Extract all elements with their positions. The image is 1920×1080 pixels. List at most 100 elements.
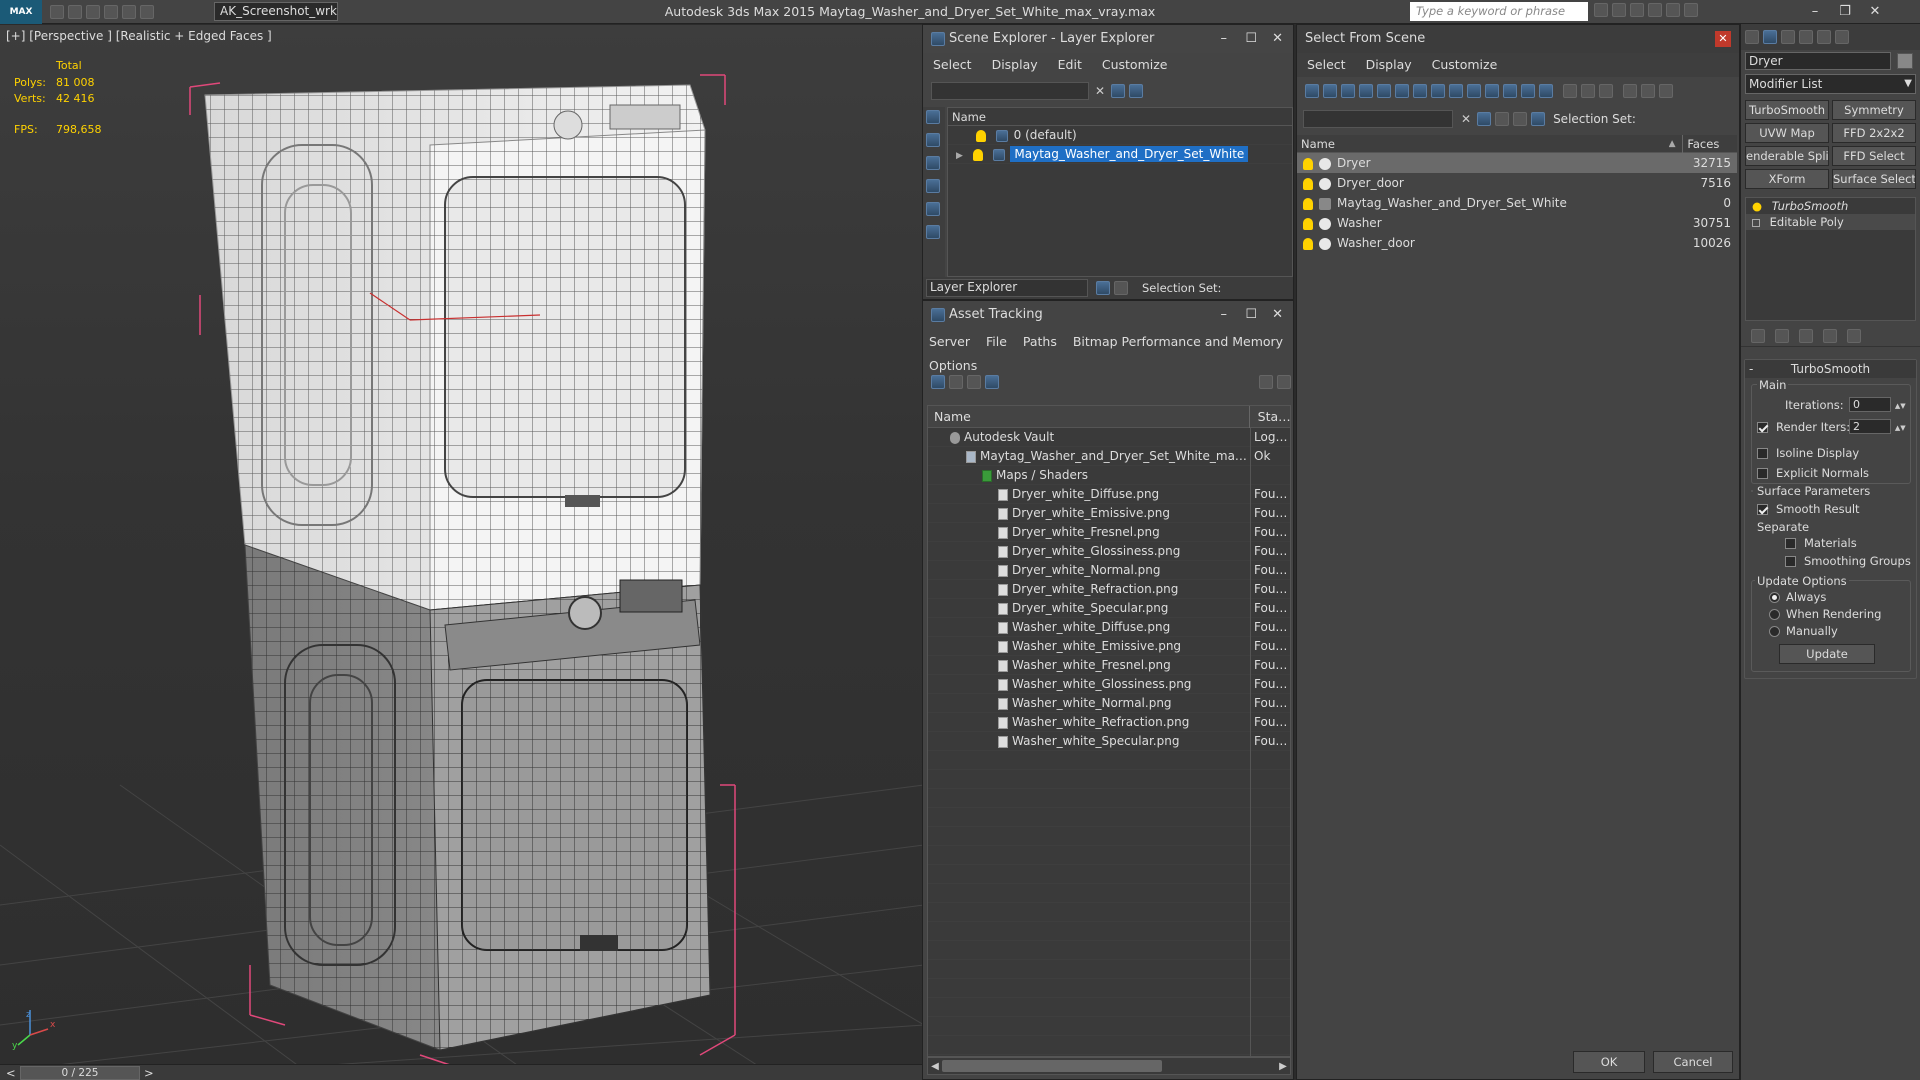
layer-tree-header[interactable]: Name bbox=[948, 108, 1292, 126]
smoothing-groups-row[interactable]: Smoothing Groups bbox=[1785, 554, 1911, 568]
when-rendering-row[interactable]: When Rendering bbox=[1769, 607, 1881, 621]
scroll-right-icon[interactable]: ▶ bbox=[1276, 1061, 1290, 1072]
funnel-icon[interactable] bbox=[1623, 84, 1637, 98]
display-tab-icon[interactable] bbox=[1817, 30, 1831, 44]
asset-row[interactable]: Washer_white_Normal.png Found bbox=[928, 694, 1290, 713]
filter-warps-icon[interactable] bbox=[1395, 84, 1409, 98]
modifier-btn-xform[interactable]: XForm bbox=[1745, 169, 1829, 189]
select-from-scene-close[interactable]: ✕ bbox=[1715, 31, 1731, 47]
asset-row[interactable]: Autodesk Vault Logge bbox=[928, 428, 1290, 447]
object-name-field[interactable]: Dryer bbox=[1745, 52, 1891, 70]
smooth-result-row[interactable]: Smooth Result bbox=[1757, 502, 1860, 516]
object-color-swatch[interactable] bbox=[1897, 53, 1913, 69]
isoline-checkbox[interactable] bbox=[1757, 448, 1768, 459]
filter-shapes-icon[interactable] bbox=[1323, 84, 1337, 98]
modifier-btn-renderable-spline[interactable]: enderable Spli bbox=[1745, 146, 1829, 166]
utilities-tab-icon[interactable] bbox=[1835, 30, 1849, 44]
modifier-btn-ffd-2x2x2[interactable]: FFD 2x2x2 bbox=[1832, 123, 1916, 143]
filter-lights-icon[interactable] bbox=[1341, 84, 1355, 98]
select-all-icon[interactable] bbox=[1563, 84, 1577, 98]
list-view-icon[interactable] bbox=[949, 375, 963, 389]
expand-arrow-icon[interactable]: ▶ bbox=[956, 151, 963, 161]
modifier-btn-uvw-map[interactable]: UVW Map bbox=[1745, 123, 1829, 143]
explicit-normals-row[interactable]: Explicit Normals bbox=[1757, 466, 1869, 480]
layer-visibility-icon[interactable] bbox=[976, 129, 986, 142]
asset-row[interactable]: Washer_white_Refraction.png Found bbox=[928, 713, 1290, 732]
columns-icon[interactable] bbox=[1659, 84, 1673, 98]
render-iters-value[interactable]: 2 bbox=[1849, 419, 1891, 434]
sfs-hierarchy-icon[interactable] bbox=[1513, 112, 1528, 126]
display-lights-icon[interactable] bbox=[926, 156, 940, 170]
time-next-button[interactable]: > bbox=[144, 1066, 154, 1080]
filter-helpers-icon[interactable] bbox=[1377, 84, 1391, 98]
refresh-icon[interactable] bbox=[931, 375, 945, 389]
close-button[interactable]: ✕ bbox=[1860, 0, 1890, 24]
asset-row[interactable]: Dryer_white_Emissive.png Found bbox=[928, 504, 1290, 523]
asset-row[interactable]: Maytag_Washer_and_Dryer_Set_White_max_vr… bbox=[928, 447, 1290, 466]
scene-explorer-menu-display[interactable]: Display bbox=[982, 53, 1048, 77]
iterations-spinner[interactable]: 0 ▲▼ bbox=[1849, 397, 1906, 412]
update-button[interactable]: Update bbox=[1779, 644, 1875, 664]
stack-item-editable-poly[interactable]: Editable Poly bbox=[1746, 214, 1915, 230]
asset-row[interactable]: Dryer_white_Fresnel.png Found bbox=[928, 523, 1290, 542]
sfs-clear-find-icon[interactable]: ✕ bbox=[1461, 112, 1471, 126]
scene-object-row[interactable]: Washer_door 10026 bbox=[1297, 233, 1737, 253]
asset-row[interactable]: Dryer_white_Refraction.png Found bbox=[928, 580, 1290, 599]
display-cameras-icon[interactable] bbox=[926, 179, 940, 193]
time-slider-thumb[interactable]: 0 / 225 bbox=[20, 1066, 140, 1080]
scene-explorer-menu-select[interactable]: Select bbox=[923, 53, 982, 77]
undo-icon[interactable] bbox=[104, 5, 118, 19]
perspective-viewport[interactable]: [+] [Perspective ] [Realistic + Edged Fa… bbox=[0, 25, 924, 1067]
modifier-btn-symmetry[interactable]: Symmetry bbox=[1832, 100, 1916, 120]
asset-row[interactable]: Washer_white_Diffuse.png Found bbox=[928, 618, 1290, 637]
asset-row[interactable]: Dryer_white_Diffuse.png Found bbox=[928, 485, 1290, 504]
explorer-type-dropdown[interactable]: Layer Explorer bbox=[926, 279, 1088, 297]
stack-item-turbosmooth[interactable]: ● TurboSmooth bbox=[1746, 198, 1915, 214]
sfs-filter-icon[interactable] bbox=[1477, 112, 1492, 126]
washer-model[interactable] bbox=[244, 544, 711, 1051]
expand-box-icon[interactable] bbox=[1752, 218, 1760, 227]
scene-explorer-minimize[interactable]: – bbox=[1221, 25, 1228, 53]
configure-sets-icon[interactable] bbox=[1847, 328, 1861, 343]
ok-button[interactable]: OK bbox=[1573, 1051, 1645, 1073]
asset-menu-server[interactable]: Server bbox=[923, 334, 976, 349]
filter-hidden-icon[interactable] bbox=[1503, 84, 1517, 98]
clear-find-icon[interactable]: ✕ bbox=[1095, 84, 1105, 98]
scroll-left-icon[interactable]: ◀ bbox=[928, 1061, 942, 1072]
scene-object-row[interactable]: Dryer_door 7516 bbox=[1297, 173, 1737, 193]
subscription-icon[interactable] bbox=[1630, 3, 1644, 17]
spinner-arrows-icon[interactable]: ▲▼ bbox=[1895, 402, 1906, 410]
asset-help-icon[interactable] bbox=[1259, 375, 1273, 389]
modify-tab-icon[interactable] bbox=[1763, 30, 1777, 44]
asset-horizontal-scrollbar[interactable]: ◀ ▶ bbox=[927, 1057, 1291, 1075]
modifier-btn-turbosmooth[interactable]: TurboSmooth bbox=[1745, 100, 1829, 120]
asset-settings-icon[interactable] bbox=[1277, 375, 1291, 389]
visibility-lightbulb-icon[interactable] bbox=[1303, 177, 1313, 190]
max-logo[interactable]: MAX bbox=[0, 0, 42, 24]
star-icon[interactable] bbox=[1648, 3, 1662, 17]
scene-object-row[interactable]: Maytag_Washer_and_Dryer_Set_White 0 bbox=[1297, 193, 1737, 213]
scene-explorer-find-field[interactable] bbox=[931, 82, 1089, 100]
workspace-dropdown[interactable]: AK_Screenshot_wrksp bbox=[214, 2, 338, 21]
materials-checkbox[interactable] bbox=[1785, 538, 1796, 549]
layer-visibility-icon[interactable] bbox=[972, 148, 983, 161]
sfs-menu-display[interactable]: Display bbox=[1356, 53, 1422, 77]
filter-bones-icon[interactable] bbox=[1449, 84, 1463, 98]
turbosmooth-rollout-header[interactable]: - TurboSmooth bbox=[1745, 360, 1916, 378]
pin-stack-icon[interactable] bbox=[1751, 328, 1765, 343]
scene-object-row[interactable]: Dryer 32715 bbox=[1297, 153, 1737, 173]
render-iters-row[interactable]: Render Iters: bbox=[1757, 420, 1850, 434]
new-file-icon[interactable] bbox=[50, 5, 64, 19]
explicit-normals-checkbox[interactable] bbox=[1757, 468, 1768, 479]
isoline-row[interactable]: Isoline Display bbox=[1757, 446, 1859, 460]
scene-explorer-close[interactable]: ✕ bbox=[1272, 25, 1283, 53]
asset-col-name[interactable]: Name bbox=[928, 406, 1250, 428]
smooth-result-checkbox[interactable] bbox=[1757, 504, 1768, 515]
display-geometry-icon[interactable] bbox=[926, 110, 940, 124]
filter-cameras-icon[interactable] bbox=[1359, 84, 1373, 98]
visibility-lightbulb-icon[interactable] bbox=[1303, 217, 1313, 230]
select-from-scene-titlebar[interactable]: Select From Scene ✕ bbox=[1297, 25, 1739, 53]
minimize-button[interactable]: – bbox=[1800, 0, 1830, 24]
asset-tracking-maximize[interactable]: ☐ bbox=[1245, 301, 1257, 329]
binoculars-icon[interactable] bbox=[1594, 3, 1608, 17]
